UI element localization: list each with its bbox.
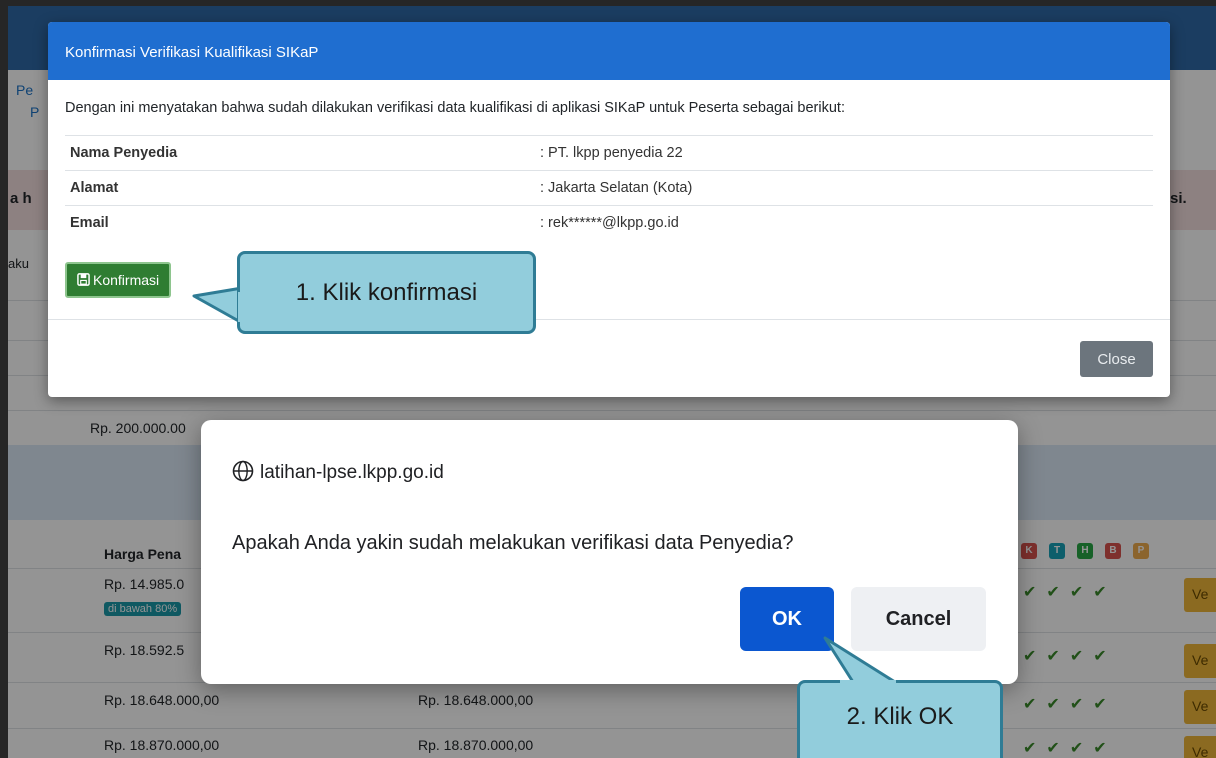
globe-icon bbox=[232, 460, 254, 482]
row-value: : PT. lkpp penyedia 22 bbox=[535, 135, 1153, 171]
close-button[interactable]: Close bbox=[1080, 341, 1153, 377]
table-row: Email : rek******@lkpp.go.id bbox=[65, 205, 1153, 241]
modal-body: Dengan ini menyatakan bahwa sudah dilaku… bbox=[48, 80, 1170, 241]
screenshot-frame-top bbox=[0, 0, 1216, 6]
table-row: Alamat : Jakarta Selatan (Kota) bbox=[65, 170, 1153, 206]
screenshot-frame-left bbox=[0, 0, 8, 758]
callout-step-2: 2. Klik OK bbox=[797, 680, 1003, 758]
save-icon bbox=[77, 273, 90, 286]
modal-header: Konfirmasi Verifikasi Kualifikasi SIKaP bbox=[48, 22, 1170, 80]
dialog-origin: latihan-lpse.lkpp.go.id bbox=[232, 460, 444, 484]
modal-intro-text: Dengan ini menyatakan bahwa sudah dilaku… bbox=[65, 100, 845, 116]
row-value: : Jakarta Selatan (Kota) bbox=[535, 170, 1153, 206]
callout-1-seam bbox=[238, 292, 244, 322]
dialog-message: Apakah Anda yakin sudah melakukan verifi… bbox=[232, 532, 794, 554]
konfirmasi-button[interactable]: Konfirmasi bbox=[65, 262, 172, 298]
row-label: Nama Penyedia bbox=[65, 135, 535, 171]
row-value: : rek******@lkpp.go.id bbox=[535, 205, 1153, 241]
modal-title: Konfirmasi Verifikasi Kualifikasi SIKaP bbox=[65, 44, 319, 61]
row-label: Alamat bbox=[65, 170, 535, 206]
callout-2-seam bbox=[840, 680, 896, 684]
callout-step-1-text: 1. Klik konfirmasi bbox=[295, 279, 478, 306]
dialog-origin-text: latihan-lpse.lkpp.go.id bbox=[260, 462, 444, 483]
callout-step-2-text: 2. Klik OK bbox=[846, 703, 954, 730]
table-row: Nama Penyedia : PT. lkpp penyedia 22 bbox=[65, 135, 1153, 171]
callout-step-1: 1. Klik konfirmasi bbox=[237, 251, 536, 334]
provider-info-table: Nama Penyedia : PT. lkpp penyedia 22 Ala… bbox=[65, 135, 1153, 241]
row-label: Email bbox=[65, 205, 535, 241]
konfirmasi-label: Konfirmasi bbox=[93, 272, 160, 288]
verification-modal: Konfirmasi Verifikasi Kualifikasi SIKaP … bbox=[48, 22, 1170, 397]
